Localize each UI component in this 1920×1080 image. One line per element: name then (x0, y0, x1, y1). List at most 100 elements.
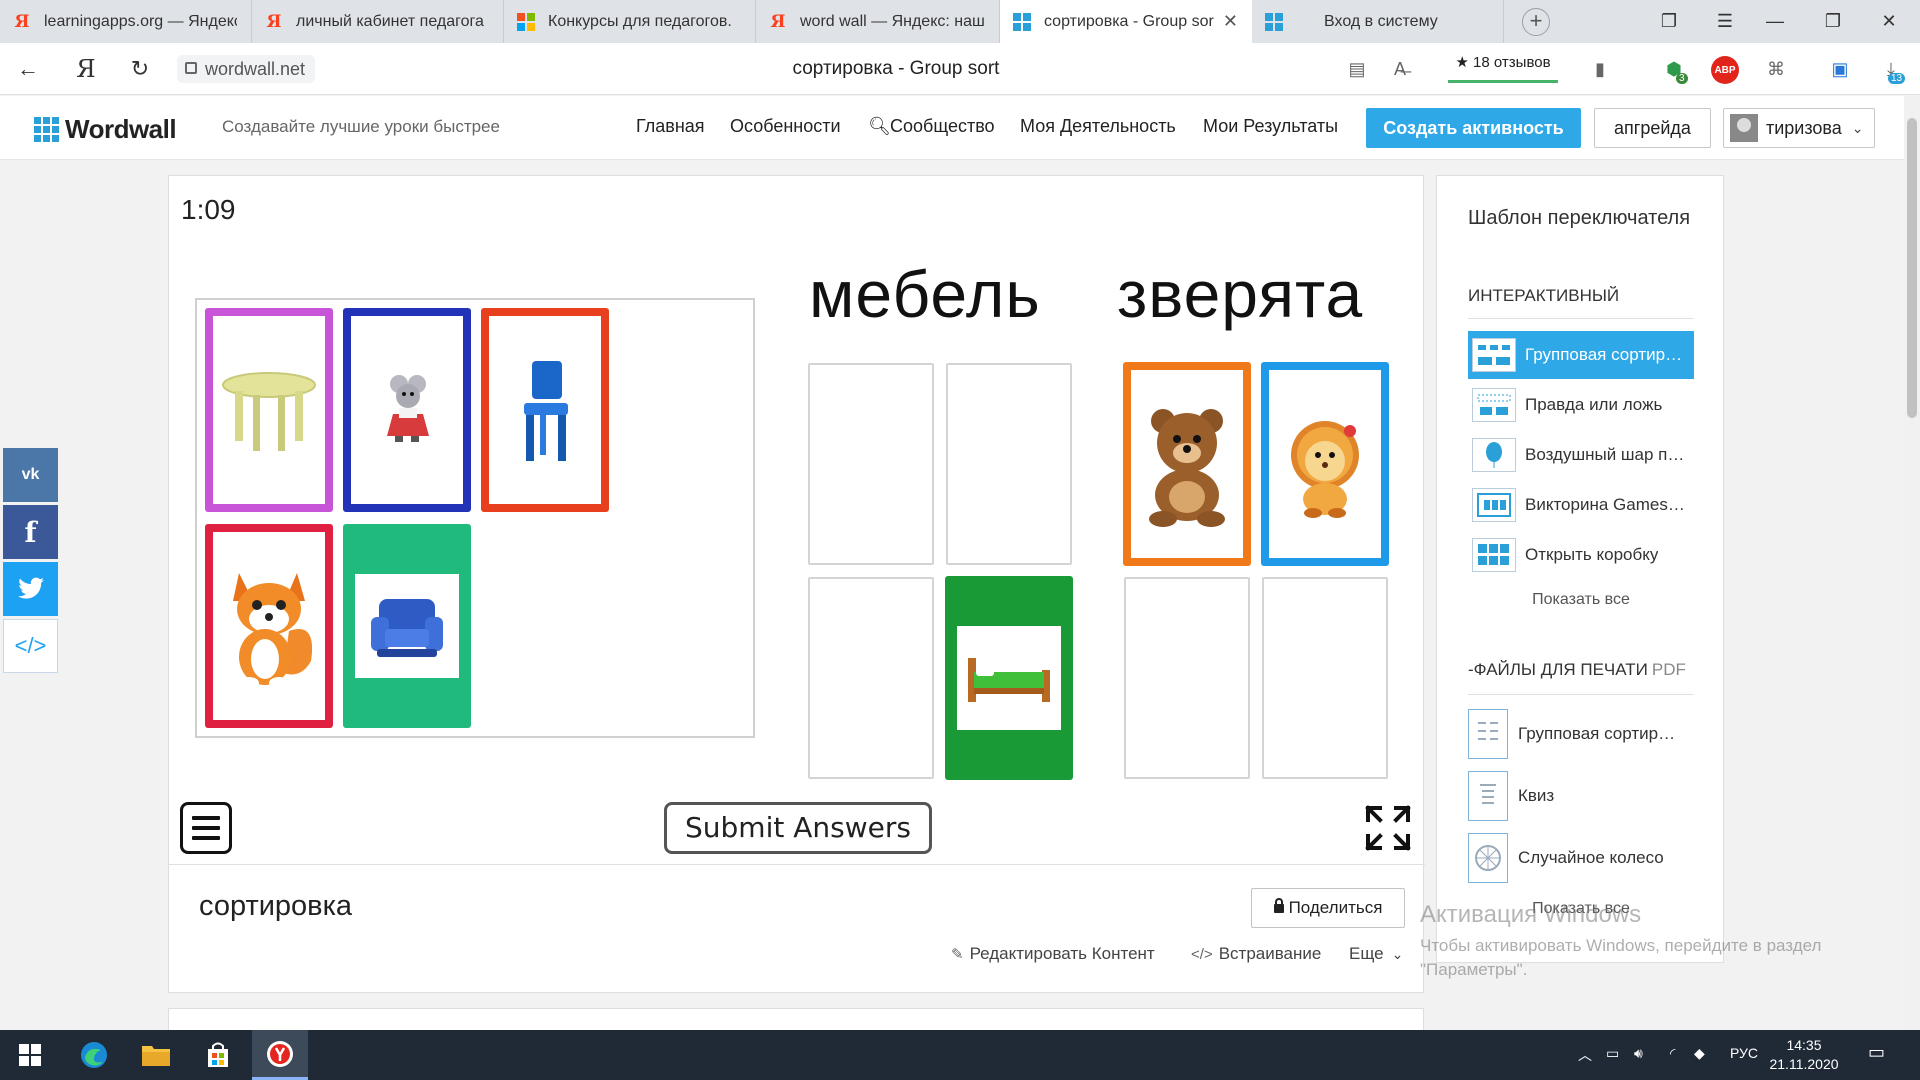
drop-slot[interactable] (808, 363, 934, 565)
drop-slot[interactable] (808, 577, 934, 779)
browser-tab-active[interactable]: сортировка - Group sor ✕ (1000, 0, 1252, 43)
card-fox[interactable] (205, 524, 333, 728)
browser-tab[interactable]: Вход в систему (1252, 0, 1504, 43)
embed-icon[interactable]: </> (3, 619, 58, 673)
browser-tab[interactable]: Я word wall — Яндекс: нашл (756, 0, 1000, 43)
vk-icon[interactable]: vk (3, 448, 58, 502)
share-button[interactable]: Поделиться (1251, 888, 1405, 928)
activity-title: сортировка (199, 890, 353, 922)
minimize-icon[interactable]: — (1752, 0, 1798, 43)
card-hedgehog[interactable] (1261, 362, 1389, 566)
drop-slot[interactable] (1262, 577, 1388, 779)
adblock-icon[interactable]: ABP (1711, 56, 1739, 84)
template-true-false[interactable]: Правда или ложь (1468, 381, 1694, 429)
twitter-icon[interactable] (3, 562, 58, 616)
card-bed[interactable] (945, 576, 1073, 780)
battery-icon[interactable]: ▭ (1606, 1045, 1619, 1062)
more-link[interactable]: Еще ⌄ (1349, 944, 1403, 964)
chevron-up-icon[interactable]: ︿ (1578, 1045, 1592, 1065)
print-section-label: -ФАЙЛЫ ДЛЯ ПЕЧАТИ PDF (1468, 660, 1686, 680)
network-icon[interactable]: ◜ (1670, 1045, 1675, 1062)
page-scrollbar[interactable] (1904, 96, 1920, 1030)
extension-icon[interactable]: ⌘ (1762, 55, 1790, 83)
language-indicator[interactable]: РУС (1730, 1045, 1758, 1061)
armchair-image (355, 574, 459, 678)
dropbox-icon[interactable]: ◆ (1694, 1045, 1705, 1062)
windows-taskbar: ︿ ▭ 🔊︎ ◜ ◆ РУС 14:35 21.11.2020 ▭ (0, 1030, 1920, 1080)
submit-answers-button[interactable]: Submit Answers (664, 802, 932, 854)
upgrade-button[interactable]: апгрейда (1594, 108, 1711, 148)
bed-image (957, 626, 1061, 730)
clock-date: 21.11.2020 (1769, 1056, 1839, 1072)
edit-content-link[interactable]: ✎ Редактировать Контент (951, 944, 1155, 964)
card-chair[interactable] (481, 308, 609, 512)
show-all-templates-link[interactable]: Показать все (1468, 591, 1694, 609)
facebook-icon[interactable]: f (3, 505, 58, 559)
notifications-icon[interactable]: ▭ (1868, 1042, 1885, 1063)
card-mouse[interactable] (343, 308, 471, 512)
template-name: Открыть коробку (1525, 545, 1659, 564)
print-group-sort[interactable]: Групповая сортир… (1468, 708, 1694, 760)
tagline: Создавайте лучшие уроки быстрее (222, 117, 500, 136)
nav-my-activities[interactable]: Моя Деятельность (1020, 116, 1176, 137)
reader-mode-icon[interactable]: ▤ (1343, 55, 1371, 83)
close-tab-icon[interactable]: ✕ (1223, 11, 1238, 32)
template-balloon-pop[interactable]: Воздушный шар п… (1468, 431, 1694, 479)
reviews-badge[interactable]: ★ 18 отзывов (1448, 53, 1558, 83)
fullscreen-icon[interactable] (1364, 804, 1412, 852)
template-open-box[interactable]: Открыть коробку (1468, 531, 1694, 579)
drop-slot[interactable] (946, 363, 1072, 565)
restore-icon[interactable]: ❐ (1810, 0, 1856, 43)
sidebar-heading: Шаблон переключателя (1468, 207, 1691, 229)
sync-extension-icon[interactable]: ▣ (1826, 55, 1854, 83)
edge-icon[interactable] (66, 1030, 122, 1080)
tabs-overview-icon[interactable]: ❐ (1646, 0, 1692, 43)
downloads-badge: 13 (1888, 73, 1906, 84)
store-icon[interactable] (190, 1030, 246, 1080)
embed-link[interactable]: </> Встраивание (1191, 944, 1321, 964)
nav-home[interactable]: Главная (636, 116, 705, 137)
user-menu-button[interactable]: тиризова ⌄ (1723, 108, 1875, 148)
nav-community[interactable]: 🔍︎ Сообщество (868, 116, 995, 137)
volume-icon[interactable]: 🔊︎ (1634, 1045, 1643, 1062)
start-icon[interactable] (2, 1030, 58, 1080)
file-explorer-icon[interactable] (128, 1030, 184, 1080)
print-quiz[interactable]: Квиз (1468, 770, 1694, 822)
close-window-icon[interactable]: ✕ (1866, 0, 1912, 43)
browser-tab[interactable]: Я личный кабинет педагога (252, 0, 504, 43)
url-field[interactable]: wordwall.net (177, 55, 316, 83)
clock[interactable]: 14:35 21.11.2020 (1764, 1036, 1844, 1074)
scrollbar-thumb[interactable] (1907, 118, 1917, 418)
browser-tab[interactable]: Я learningapps.org — Яндекс (0, 0, 252, 43)
nav-my-results[interactable]: Мои Результаты (1203, 116, 1338, 137)
create-activity-button[interactable]: Создать активность (1366, 108, 1581, 148)
template-name: Викторина Games… (1525, 495, 1685, 514)
game-menu-button[interactable] (180, 802, 232, 854)
template-quiz-show[interactable]: Викторина Games… (1468, 481, 1694, 529)
wordwall-logo[interactable]: Wordwall (34, 114, 177, 145)
print-item-name: Случайное колесо (1518, 848, 1664, 867)
print-random-wheel[interactable]: Случайное колесо (1468, 832, 1694, 884)
yandex-favicon-icon: Я (14, 11, 30, 32)
back-arrow-icon[interactable]: ← (12, 53, 44, 85)
search-icon: 🔍︎ (868, 116, 891, 136)
card-bear[interactable] (1123, 362, 1251, 566)
reload-icon[interactable]: ↻ (124, 53, 156, 85)
card-armchair[interactable] (343, 524, 471, 728)
balloon-icon (1472, 438, 1516, 472)
nav-features[interactable]: Особенности (730, 116, 841, 137)
tab-title: word wall — Яндекс: нашл (800, 12, 985, 30)
menu-icon[interactable]: ☰ (1702, 0, 1748, 43)
yandex-icon[interactable]: Я (70, 53, 102, 85)
browser-tab[interactable]: Конкурсы для педагогов. (504, 0, 756, 43)
drop-slot[interactable] (1124, 577, 1250, 779)
mouse-image (351, 316, 463, 504)
template-group-sort[interactable]: Групповая сортир… (1468, 331, 1694, 379)
logo-text: Wordwall (65, 114, 177, 144)
bookmark-icon[interactable]: ▮ (1586, 55, 1614, 83)
yandex-browser-icon[interactable] (252, 1030, 308, 1080)
tab-title: Конкурсы для педагогов. (548, 12, 732, 30)
card-table[interactable] (205, 308, 333, 512)
translate-icon[interactable]: A̶ (1386, 55, 1414, 83)
new-tab-button[interactable]: + (1522, 8, 1550, 36)
